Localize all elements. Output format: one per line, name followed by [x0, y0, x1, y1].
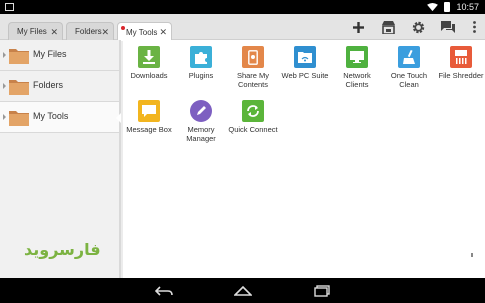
tool-network-clients[interactable]: Network Clients	[331, 46, 383, 89]
sync-icon	[242, 100, 264, 122]
tool-label: Downloads	[130, 71, 168, 80]
tab-label: Folders	[75, 27, 102, 36]
tool-label: Memory Manager	[186, 125, 216, 143]
tool-label: Share My Contents	[236, 71, 270, 89]
chat-button[interactable]	[433, 14, 463, 40]
store-button[interactable]	[373, 14, 403, 40]
sidebar-item-label: My Tools	[33, 111, 69, 121]
tool-quick-connect[interactable]: Quick Connect	[227, 100, 279, 134]
tab-folders[interactable]: Folders ✕	[66, 22, 114, 40]
tool-label: Message Box	[126, 125, 172, 134]
clock: 10:57	[456, 2, 479, 12]
expand-arrow-icon[interactable]	[3, 52, 6, 58]
gear-icon	[412, 21, 424, 33]
recents-button[interactable]	[310, 281, 334, 301]
tab-label: My Files	[17, 27, 47, 36]
recents-icon	[313, 284, 330, 297]
tab-bar: My Files ✕ Folders ✕ My Tools ✕	[0, 14, 485, 41]
message-icon	[138, 100, 160, 122]
broom-icon	[398, 46, 420, 68]
folder-icon	[9, 111, 29, 126]
tool-file-shredder[interactable]: File Shredder	[435, 46, 485, 80]
tool-downloads[interactable]: Downloads	[123, 46, 175, 80]
tool-label: Network Clients	[343, 71, 371, 89]
back-button[interactable]	[152, 281, 176, 301]
tool-label: File Shredder	[438, 71, 484, 80]
chat-icon	[441, 21, 455, 33]
system-nav-bar	[0, 278, 485, 303]
store-icon	[381, 20, 395, 34]
tab-my-files[interactable]: My Files ✕	[8, 22, 63, 40]
overflow-menu-button[interactable]	[463, 14, 485, 40]
status-bar: 10:57	[0, 0, 485, 14]
sidebar-item-my-tools[interactable]: My Tools	[0, 102, 121, 133]
close-icon[interactable]: ✕	[50, 27, 58, 38]
sidebar-item-my-files[interactable]: My Files	[0, 40, 119, 71]
folder-wifi-icon	[294, 46, 316, 68]
scroll-indicator	[471, 253, 473, 257]
screenshot-notification-icon	[5, 3, 14, 11]
wifi-icon	[427, 2, 439, 11]
active-tab-indicator	[121, 26, 125, 30]
tool-one-touch-clean[interactable]: One Touch Clean	[383, 46, 435, 89]
sidebar: My Files Folders My Tools فارسروید	[0, 40, 121, 278]
tool-label: Quick Connect	[228, 125, 278, 134]
sidebar-item-label: My Files	[33, 49, 67, 59]
watermark-logo: فارسروید	[24, 240, 101, 259]
back-icon	[154, 285, 173, 296]
home-icon	[233, 285, 252, 296]
close-icon[interactable]: ✕	[101, 27, 109, 38]
tool-label: Web PC Suite	[281, 71, 329, 80]
pencil-icon	[190, 100, 212, 122]
tab-label: My Tools	[126, 27, 158, 37]
tool-web-pc-suite[interactable]: Web PC Suite	[279, 46, 331, 80]
expand-arrow-icon[interactable]	[3, 83, 6, 89]
tool-plugins[interactable]: Plugins	[175, 46, 227, 80]
overflow-menu-icon	[472, 21, 476, 33]
phone-share-icon	[242, 46, 264, 68]
tool-share-my-contents[interactable]: Share My Contents	[227, 46, 279, 89]
tool-label: Plugins	[188, 71, 214, 80]
settings-button[interactable]	[403, 14, 433, 40]
folder-icon	[9, 80, 29, 95]
shredder-icon	[450, 46, 472, 68]
sidebar-item-folders[interactable]: Folders	[0, 71, 119, 102]
tool-label: One Touch Clean	[390, 71, 428, 89]
tool-message-box[interactable]: Message Box	[123, 100, 175, 134]
expand-arrow-icon[interactable]	[3, 114, 6, 120]
battery-icon	[444, 2, 451, 12]
puzzle-icon	[190, 46, 212, 68]
download-icon	[138, 46, 160, 68]
home-button[interactable]	[231, 281, 255, 301]
folder-icon	[9, 49, 29, 64]
plus-icon	[352, 21, 364, 33]
tool-memory-manager[interactable]: Memory Manager	[175, 100, 227, 143]
sidebar-item-label: Folders	[33, 80, 64, 90]
tools-grid: Downloads Plugins Share My Contents Web …	[123, 40, 485, 278]
tab-my-tools[interactable]: My Tools ✕	[117, 22, 172, 41]
monitor-icon	[346, 46, 368, 68]
close-icon[interactable]: ✕	[159, 27, 167, 38]
new-button[interactable]	[343, 14, 373, 40]
